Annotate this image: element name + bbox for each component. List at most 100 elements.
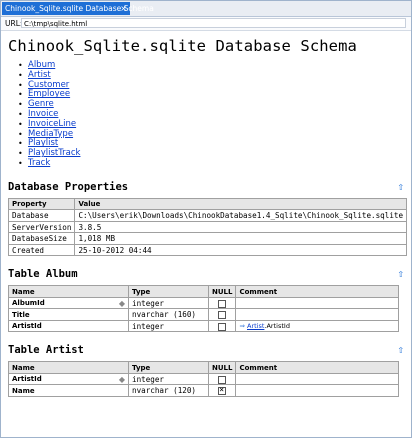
column-type: integer	[128, 319, 209, 333]
toc-item: Track	[18, 158, 406, 169]
toc-link-genre[interactable]: Genre	[28, 99, 54, 109]
foreign-key-cell: ⇒ Artist.ArtistId	[235, 319, 399, 333]
column-type: nvarchar (120)	[128, 384, 209, 397]
column-name-cell: ArtistId ◆	[8, 372, 129, 386]
null-cell	[207, 296, 237, 310]
table-row: AlbumId ◆ integer	[8, 296, 399, 310]
primary-key-icon: ◆	[118, 374, 125, 384]
column-header: Comment	[235, 285, 399, 298]
toc-item: MediaType	[18, 129, 406, 140]
toc-link-artist[interactable]: Artist	[28, 70, 51, 80]
property-name: ServerVersion	[7, 220, 76, 234]
page-title: Chinook_Sqlite.sqlite Database Schema	[8, 37, 357, 55]
tab-active[interactable]: Chinook_Sqlite.sqlite Database Schema ×	[2, 2, 154, 15]
toc-item: Employee	[18, 89, 406, 100]
toc-link-customer[interactable]: Customer	[28, 80, 69, 90]
tab-strip: Chinook_Sqlite.sqlite Database Schema ×	[1, 1, 411, 17]
url-bar: URL: C:\tmp\sqlite.html	[1, 17, 411, 31]
toc-item: InvoiceLine	[18, 119, 406, 130]
table-row: Title nvarchar (160)	[8, 308, 399, 321]
property-name: Created	[7, 243, 76, 257]
column-header: Name	[8, 361, 129, 374]
page-content: Chinook_Sqlite.sqlite Database Schema Al…	[7, 31, 408, 397]
table-row: ArtistId integer ⇒ Artist.ArtistId	[8, 319, 399, 333]
toc-link-album[interactable]: Album	[28, 60, 55, 70]
column-name-cell: AlbumId ◆	[8, 296, 129, 310]
table-header-row: Name Type NULL Comment	[8, 361, 399, 374]
toc-item: PlaylistTrack	[18, 148, 406, 159]
toc-link-invoiceline[interactable]: InvoiceLine	[28, 119, 76, 129]
foreign-key-field: .ArtistId	[264, 322, 290, 331]
null-cell	[207, 372, 237, 386]
browser-window: Chinook_Sqlite.sqlite Database Schema × …	[0, 0, 412, 438]
property-name: Database	[7, 209, 76, 222]
url-input[interactable]: C:\tmp\sqlite.html	[21, 18, 406, 28]
toc-link-track[interactable]: Track	[28, 158, 50, 168]
section-heading-db-properties: Database Properties ⇧	[8, 179, 404, 194]
foreign-key-icon: ⇒	[239, 322, 245, 331]
toc-link-playlisttrack[interactable]: PlaylistTrack	[28, 148, 80, 158]
comment-cell	[235, 372, 399, 386]
toc-link-invoice[interactable]: Invoice	[28, 109, 58, 119]
toc-item: Customer	[18, 80, 406, 91]
comment-cell	[235, 308, 399, 321]
foreign-key-link[interactable]: Artist	[247, 322, 264, 330]
toc-item: Invoice	[18, 109, 406, 120]
column-name: Name	[8, 384, 129, 397]
column-header: Type	[128, 361, 209, 374]
db-properties-table: Property Value Database C:\Users\erik\Do…	[7, 197, 408, 257]
primary-key-icon: ◆	[118, 298, 125, 308]
toc-item: Artist	[18, 70, 406, 81]
property-name: DatabaseSize	[7, 232, 76, 245]
section-heading-table-album: Table Album ⇧	[8, 267, 404, 281]
section-heading-table-artist: Table Artist ⇧	[8, 343, 404, 357]
property-value: 3.8.5	[74, 220, 408, 234]
table-row: Database C:\Users\erik\Downloads\Chinook…	[7, 209, 408, 222]
scroll-top-icon[interactable]: ⇧	[397, 267, 404, 281]
table-header-row: Property Value	[7, 197, 408, 211]
table-row: DatabaseSize 1,018 MB	[7, 232, 408, 245]
column-header: Value	[74, 197, 408, 211]
artist-columns-table: Name Type NULL Comment ArtistId ◆ integer…	[8, 361, 399, 397]
null-checkbox	[218, 311, 227, 320]
column-header: Type	[128, 285, 209, 298]
toc-item: Genre	[18, 99, 406, 110]
close-icon[interactable]: ×	[120, 2, 127, 15]
comment-cell	[235, 384, 399, 397]
table-of-contents: Album Artist Customer Employee Genre Inv…	[18, 60, 406, 169]
toc-link-employee[interactable]: Employee	[28, 89, 70, 99]
column-header: Comment	[235, 361, 399, 374]
column-header: Property	[7, 197, 76, 211]
null-checkbox	[218, 375, 227, 384]
property-value: 1,018 MB	[74, 232, 408, 245]
null-cell	[207, 384, 237, 397]
column-header: NULL	[207, 361, 237, 374]
column-name: Title	[8, 308, 129, 321]
table-row: Created 25-10-2012 04:44	[7, 243, 408, 257]
column-type: integer	[128, 372, 209, 386]
url-label: URL:	[5, 19, 23, 28]
album-columns-table: Name Type NULL Comment AlbumId ◆ integer …	[8, 285, 399, 333]
tab-title: Chinook_Sqlite.sqlite Database Schema	[5, 4, 154, 13]
scroll-top-icon[interactable]: ⇧	[397, 180, 404, 194]
null-checkbox	[218, 299, 227, 308]
table-row: ServerVersion 3.8.5	[7, 220, 408, 234]
column-type: nvarchar (160)	[128, 308, 209, 321]
null-checkbox	[218, 322, 227, 331]
scroll-top-icon[interactable]: ⇧	[397, 343, 404, 357]
column-name: ArtistId	[8, 319, 129, 333]
table-row: ArtistId ◆ integer	[8, 372, 399, 386]
column-header: Name	[8, 285, 129, 298]
table-header-row: Name Type NULL Comment	[8, 285, 399, 298]
property-value: 25-10-2012 04:44	[74, 243, 408, 257]
comment-cell	[235, 296, 399, 310]
null-cell	[207, 308, 237, 321]
toc-link-playlist[interactable]: Playlist	[28, 138, 58, 148]
null-cell	[207, 319, 237, 333]
column-header: NULL	[207, 285, 237, 298]
table-row: Name nvarchar (120)	[8, 384, 399, 397]
column-type: integer	[128, 296, 209, 310]
property-value: C:\Users\erik\Downloads\ChinookDatabase1…	[74, 209, 408, 222]
toc-item: Album	[18, 60, 406, 71]
toc-link-mediatype[interactable]: MediaType	[28, 129, 73, 139]
